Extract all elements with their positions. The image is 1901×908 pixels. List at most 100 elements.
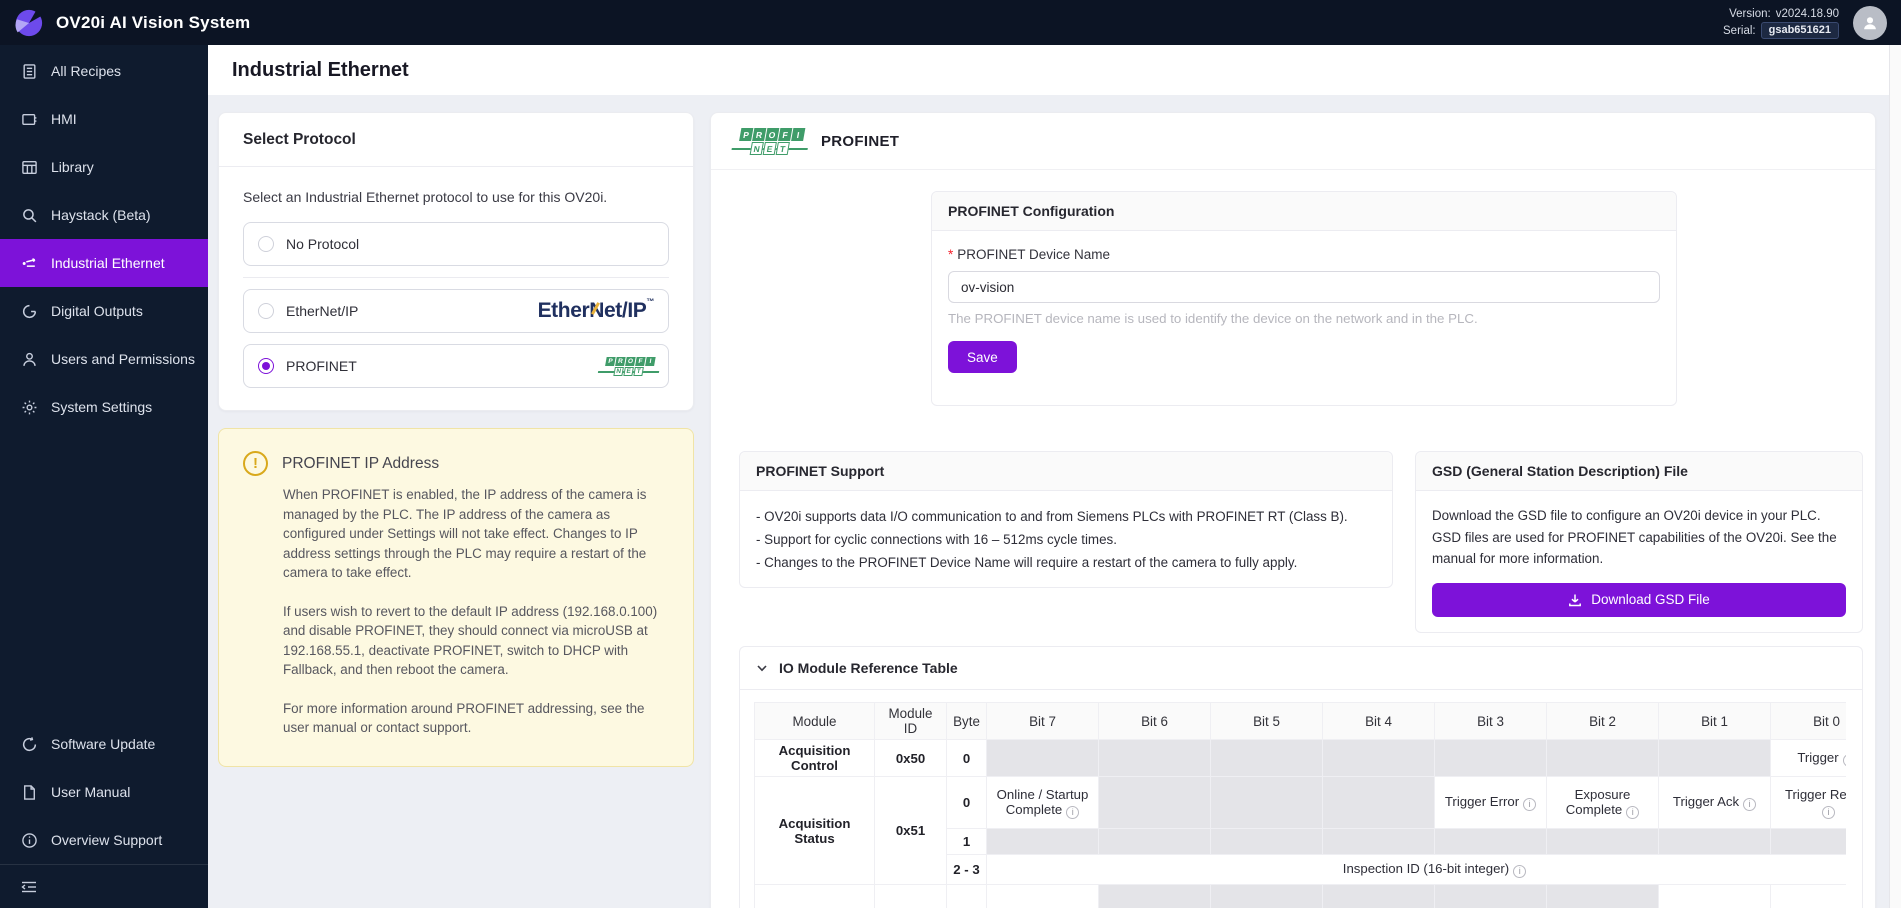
io-table-scroll-area[interactable]: Module Module ID Byte Bit 7 Bit 6 Bit 5 … [754, 702, 1846, 908]
info-icon[interactable]: i [1626, 806, 1639, 819]
col-bit5: Bit 5 [1211, 703, 1323, 740]
hmi-icon [21, 111, 38, 128]
save-button[interactable]: Save [948, 341, 1017, 373]
cell-reserved [987, 829, 1099, 855]
options-divider [243, 277, 669, 278]
download-gsd-label: Download GSD File [1591, 592, 1710, 607]
cell-reserved [1323, 829, 1435, 855]
brand: OV20i AI Vision System [0, 8, 250, 38]
device-name-input[interactable] [948, 271, 1660, 303]
radio-ethernet-ip[interactable] [258, 303, 274, 319]
cell-reserved [1435, 829, 1547, 855]
profinet-configuration-box: PROFINET Configuration *PROFINET Device … [931, 191, 1677, 406]
collapse-menu-icon[interactable] [20, 879, 38, 895]
page-title-band: Industrial Ethernet [208, 45, 1901, 95]
info-icon[interactable]: i [1513, 865, 1526, 878]
info-icon[interactable]: i [1822, 806, 1835, 819]
version-block: Version:v2024.18.90 Serial:gsab651621 [1723, 6, 1839, 39]
user-icon [1861, 14, 1879, 32]
cell-reserved [1659, 829, 1771, 855]
cell-inspection-id: Inspection ID (16-bit integer)i [987, 855, 1847, 885]
required-asterisk: * [948, 247, 953, 262]
download-gsd-button[interactable]: Download GSD File [1432, 583, 1846, 617]
sidebar-item-label: Overview Support [51, 832, 162, 848]
page-scrollbar[interactable] [1889, 45, 1901, 908]
sidebar-item-hmi[interactable]: HMI [0, 95, 208, 143]
radio-profinet[interactable] [258, 358, 274, 374]
sidebar: All Recipes HMI Library Haystack (Beta) … [0, 45, 208, 908]
warning-paragraph: If users wish to revert to the default I… [283, 602, 665, 680]
col-bit7: Bit 7 [987, 703, 1099, 740]
profinet-support-title: PROFINET Support [740, 452, 1392, 491]
cell-reserved [1547, 885, 1659, 908]
cell-trigger: Triggeri [1771, 740, 1847, 777]
version-value: v2024.18.90 [1776, 6, 1839, 22]
profinet-logo-small: PROFI NET [603, 357, 655, 376]
user-avatar[interactable] [1853, 6, 1887, 40]
warning-exclamation-icon: ! [243, 451, 268, 476]
sidebar-item-all-recipes[interactable]: All Recipes [0, 47, 208, 95]
profinet-logo-letter: I [791, 128, 805, 141]
cell-reserved [1099, 777, 1211, 829]
cell-module-id: 0x53 [875, 885, 947, 908]
protocol-option-ethernet-ip[interactable]: EtherNet/IP EtherNet/IP™ [243, 289, 669, 333]
info-icon[interactable]: i [1066, 806, 1079, 819]
col-module: Module [755, 703, 875, 740]
refresh-icon [21, 736, 38, 753]
warning-paragraph: When PROFINET is enabled, the IP address… [283, 485, 665, 583]
cell-module-id: 0x50 [875, 740, 947, 777]
info-icon[interactable]: i [1523, 798, 1536, 811]
info-icon[interactable]: i [1843, 754, 1846, 767]
warning-title: PROFINET IP Address [282, 455, 439, 473]
sidebar-item-industrial-ethernet[interactable]: Industrial Ethernet [0, 239, 208, 287]
option-label: EtherNet/IP [286, 303, 358, 319]
sidebar-item-system-settings[interactable]: System Settings [0, 383, 208, 431]
cell-inspection: Inspection [1771, 885, 1847, 908]
sidebar-item-library[interactable]: Library [0, 143, 208, 191]
profinet-logo-letter: O [765, 128, 779, 141]
support-bullet: - Changes to the PROFINET Device Name wi… [756, 551, 1376, 574]
cell-reserved [1323, 885, 1435, 908]
cell-online-startup-complete: Online / Startup Completei [987, 777, 1099, 829]
sidebar-item-digital-outputs[interactable]: Digital Outputs [0, 287, 208, 335]
profinet-logo-letter: E [763, 142, 777, 155]
cell-reserved [1435, 740, 1547, 777]
sidebar-item-label: Users and Permissions [51, 351, 195, 367]
profinet-panel: PROFI NET PROFINET PROFINET Configuratio… [710, 112, 1876, 908]
sidebar-footer: Software Update User Manual Overview Sup… [0, 720, 208, 908]
sidebar-item-label: Digital Outputs [51, 303, 143, 319]
cell-trigger-error: Trigger Errori [1435, 777, 1547, 829]
sidebar-item-overview-support[interactable]: Overview Support [0, 816, 208, 864]
sidebar-item-label: User Manual [51, 784, 130, 800]
cell-reserved [1099, 740, 1211, 777]
gsd-description: Download the GSD file to configure an OV… [1432, 505, 1846, 570]
search-icon [21, 207, 38, 224]
io-table-header-row: Module Module ID Byte Bit 7 Bit 6 Bit 5 … [755, 703, 1847, 740]
cell-module: Acquisition Status [755, 777, 875, 885]
cell-byte: 0 [947, 885, 987, 908]
io-table-section-toggle[interactable]: IO Module Reference Table [740, 647, 1862, 690]
profinet-ip-warning: ! PROFINET IP Address When PROFINET is e… [218, 428, 694, 767]
sidebar-item-label: All Recipes [51, 63, 121, 79]
serial-badge: gsab651621 [1761, 22, 1839, 39]
cell-inspection-completed: Inspection Completed / [1659, 885, 1771, 908]
cell-reserved [1211, 777, 1323, 829]
profinet-logo-letter: E [623, 367, 634, 376]
protocol-option-no-protocol[interactable]: No Protocol [243, 222, 669, 266]
sidebar-item-users-permissions[interactable]: Users and Permissions [0, 335, 208, 383]
sidebar-item-label: Library [51, 159, 94, 175]
cell-byte: 0 [947, 740, 987, 777]
protocol-option-profinet[interactable]: PROFINET PROFI NET [243, 344, 669, 388]
sidebar-item-label: Haystack (Beta) [51, 207, 151, 223]
col-module-id: Module ID [875, 703, 947, 740]
cell-module-id: 0x51 [875, 777, 947, 885]
sidebar-item-haystack[interactable]: Haystack (Beta) [0, 191, 208, 239]
info-icon[interactable]: i [1743, 798, 1756, 811]
radio-no-protocol[interactable] [258, 236, 274, 252]
warning-paragraph: For more information around PROFINET add… [283, 699, 665, 738]
table-row-acquisition-control: Acquisition Control 0x50 0 Triggeri [755, 740, 1847, 777]
sidebar-item-user-manual[interactable]: User Manual [0, 768, 208, 816]
table-row-inspection-status: Inspection Status 0x53 0 Busyi Inspectio… [755, 885, 1847, 908]
sidebar-item-software-update[interactable]: Software Update [0, 720, 208, 768]
profinet-configuration-title: PROFINET Configuration [932, 192, 1676, 231]
